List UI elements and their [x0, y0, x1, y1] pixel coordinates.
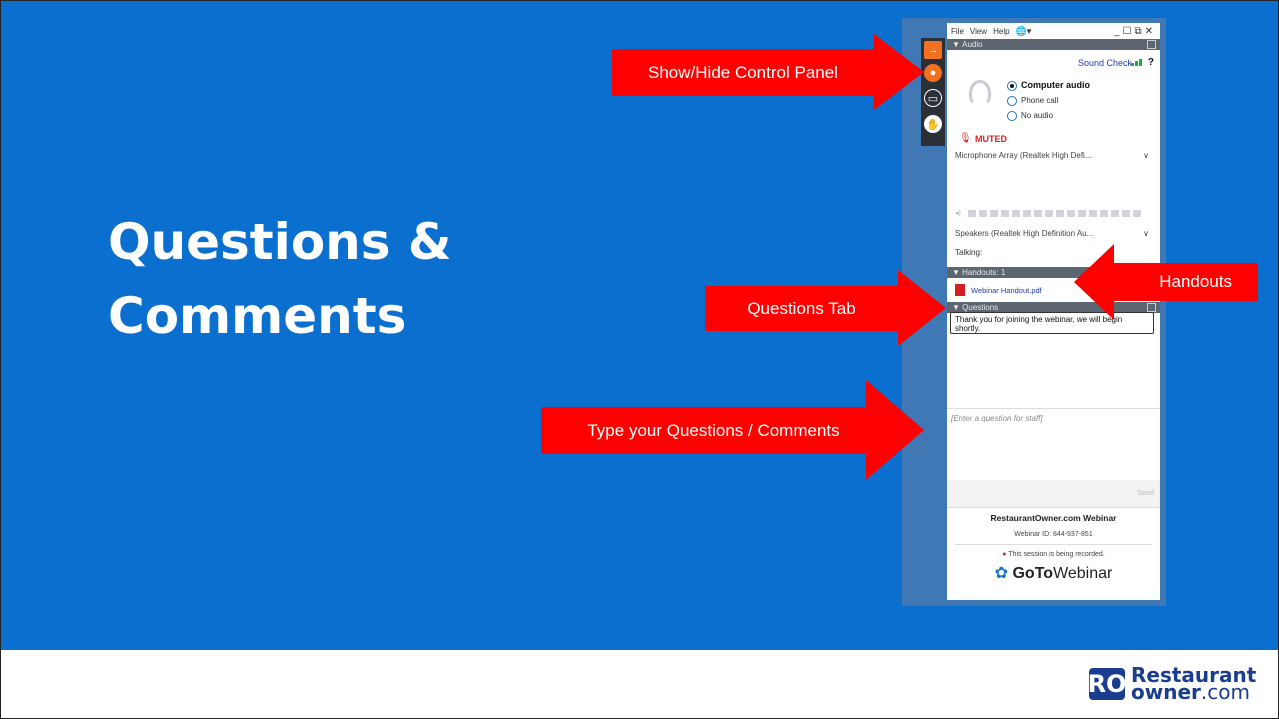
chevron-down-icon: ∨	[1143, 150, 1149, 160]
show-hide-arrowhead	[874, 34, 924, 110]
computer-audio-radio[interactable]	[1007, 81, 1017, 91]
title-line-1: Questions &	[108, 213, 452, 271]
audio-section-header[interactable]: ▼ Audio	[947, 39, 1160, 50]
muted-microphone-icon: 🎙	[959, 133, 972, 144]
speakers-select-value: Speakers (Realtek High Definition Au...	[955, 228, 1094, 238]
control-panel-sidebar: → ● ▭ ✋	[921, 38, 945, 146]
speaker-icon: ◂)	[955, 210, 961, 217]
raise-hand-icon[interactable]: ✋	[924, 115, 942, 133]
restaurantowner-logo: RO Restaurant owner.com	[1087, 665, 1257, 704]
show-hide-label: Show/Hide Control Panel	[648, 62, 838, 82]
microphone-select-value: Microphone Array (Realtek High Defi...	[955, 150, 1092, 160]
question-message: Thank you for joining the webinar, we wi…	[950, 312, 1154, 334]
questions-tab-arrow: Questions Tab	[705, 286, 898, 331]
pdf-icon	[955, 284, 965, 296]
recording-text: This session is being recorded.	[1008, 551, 1105, 558]
webinar-name: RestaurantOwner.com Webinar	[990, 513, 1117, 523]
handouts-arrowhead	[1074, 244, 1114, 320]
pin-icon[interactable]	[1147, 40, 1156, 49]
speaker-level-meter: ◂)	[955, 209, 1141, 217]
no-audio-radio[interactable]	[1007, 111, 1017, 121]
logo-mark: RO	[1087, 668, 1127, 700]
recording-dot-icon: ●	[1002, 551, 1007, 558]
speakers-select[interactable]: Speakers (Realtek High Definition Au... ∨	[955, 226, 1151, 240]
title-line-2: Comments	[108, 287, 407, 345]
webinar-id: Webinar ID: 844-937-851	[1014, 531, 1093, 538]
logo-line-2-rest: .com	[1200, 680, 1250, 704]
globe-icon[interactable]: 🌐▾	[1016, 26, 1032, 37]
menu-file[interactable]: File	[951, 27, 964, 36]
headset-icon	[969, 80, 991, 106]
menu-bar: File View Help 🌐▾ _☐⧉✕	[947, 23, 1160, 39]
gotowebinar-logo: ✿ GoToWebinar	[947, 563, 1160, 583]
recording-notice: ● This session is being recorded.	[947, 551, 1160, 558]
type-questions-arrow: Type your Questions / Comments	[541, 407, 886, 454]
menu-help[interactable]: Help	[993, 27, 1009, 36]
microphone-icon[interactable]: ●	[924, 64, 942, 82]
logo-text: Restaurant owner.com	[1131, 665, 1256, 704]
webinar-info: RestaurantOwner.com Webinar Webinar ID: …	[947, 511, 1160, 583]
handout-file-link[interactable]: Webinar Handout.pdf	[971, 286, 1042, 295]
sound-check-link[interactable]: Sound Check	[1078, 58, 1132, 68]
handouts-label: Handouts	[1159, 272, 1232, 291]
questions-tab-label: Questions Tab	[747, 298, 856, 318]
signal-icon	[1131, 59, 1142, 66]
pin-icon[interactable]	[1147, 303, 1156, 312]
slide-title: Questions & Comments	[108, 205, 528, 353]
window-controls[interactable]: _☐⧉✕	[1114, 26, 1156, 37]
logo-line-2-bold: owner	[1131, 680, 1201, 704]
chevron-down-icon: ∨	[1143, 228, 1149, 238]
send-bar: Send	[947, 480, 1160, 508]
audio-section: Sound Check ? Computer audio Phone call …	[947, 50, 1160, 267]
show-hide-arrow: Show/Hide Control Panel	[612, 49, 874, 96]
handouts-arrow: Handouts	[1112, 263, 1258, 301]
questions-header-label: Questions	[962, 303, 999, 312]
no-audio-label: No audio	[1021, 111, 1054, 120]
gotowebinar-panel: File View Help 🌐▾ _☐⧉✕ ▼ Audio Sound Che…	[947, 23, 1160, 600]
phone-call-radio[interactable]	[1007, 96, 1017, 106]
talking-label: Talking:	[955, 248, 983, 257]
phone-call-label: Phone call	[1021, 96, 1059, 105]
brand-goto: GoTo	[1012, 565, 1054, 582]
help-icon[interactable]: ?	[1148, 57, 1154, 68]
muted-label: MUTED	[975, 134, 1007, 144]
question-input[interactable]: [Enter a question for staff]	[947, 408, 1160, 480]
microphone-select[interactable]: Microphone Array (Realtek High Defi... ∨	[955, 148, 1151, 162]
audio-header-label: Audio	[962, 40, 983, 49]
menu-view[interactable]: View	[970, 27, 987, 36]
computer-audio-label: Computer audio	[1021, 80, 1090, 90]
gotowebinar-flower-icon: ✿	[994, 565, 1009, 582]
brand-webinar: Webinar	[1053, 565, 1113, 582]
send-button[interactable]: Send	[1138, 490, 1154, 497]
handouts-header-label: Handouts: 1	[962, 268, 1006, 277]
type-questions-arrowhead	[866, 380, 924, 480]
show-hide-panel-button[interactable]: →	[924, 41, 942, 59]
type-questions-label: Type your Questions / Comments	[587, 420, 840, 440]
questions-tab-arrowhead	[898, 270, 946, 346]
screen-icon[interactable]: ▭	[924, 89, 942, 107]
